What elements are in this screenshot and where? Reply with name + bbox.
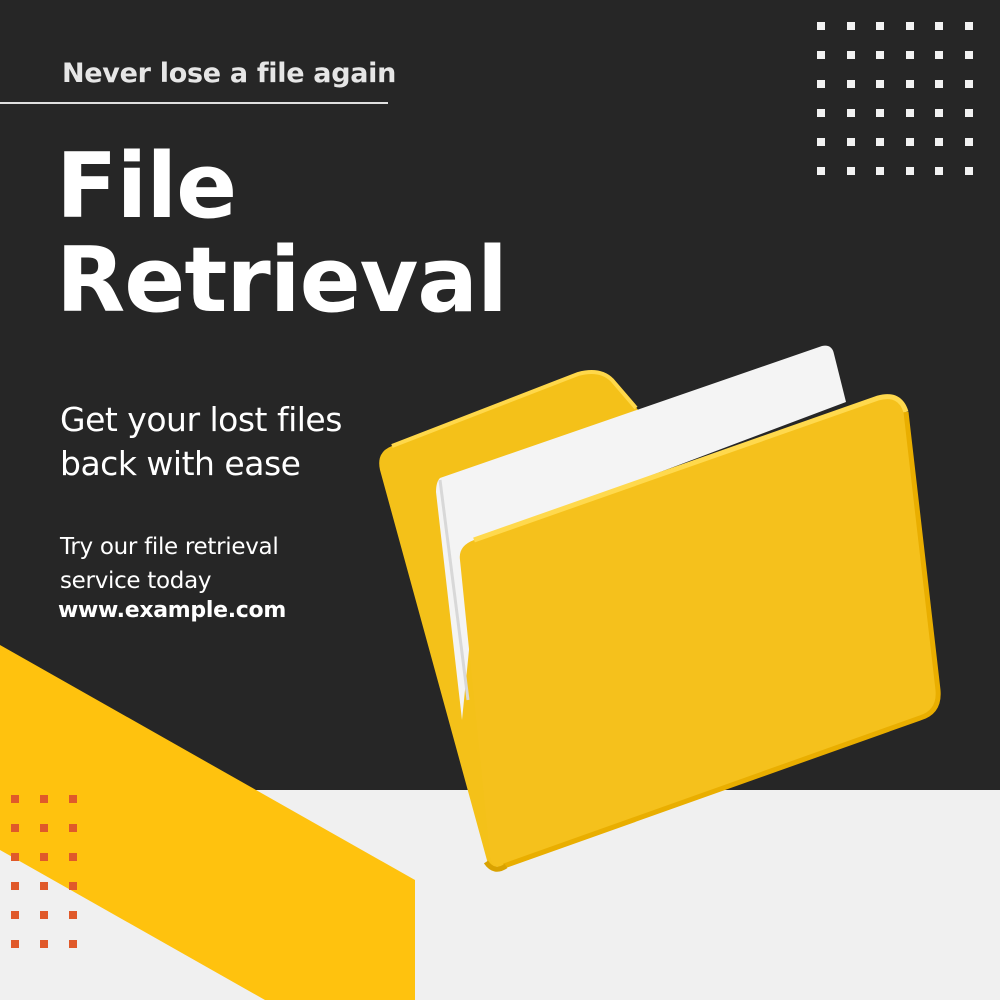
subhead-line-1: Get your lost files [60, 400, 342, 439]
square-dot [846, 167, 855, 175]
square-dot [876, 167, 884, 175]
square-dot [846, 51, 855, 59]
body-line-1: Try our file retrieval [60, 534, 279, 560]
square-dot [846, 80, 855, 88]
call-to-action-text: Try our file retrieval service today [60, 530, 279, 598]
square-dot [11, 824, 19, 832]
square-dot [69, 824, 77, 832]
body-line-2: service today [60, 568, 212, 594]
square-dot [40, 940, 48, 948]
square-dot [11, 853, 19, 861]
square-dot [935, 167, 943, 175]
square-dot [964, 51, 973, 59]
orange-dot-grid-icon [11, 795, 77, 948]
square-dot [905, 109, 914, 117]
square-dot [964, 80, 973, 88]
square-dot [876, 109, 884, 117]
title-line-2: Retrieval [56, 228, 508, 333]
square-dot [40, 911, 48, 919]
square-dot [876, 51, 884, 59]
square-dot [935, 22, 943, 30]
square-dot [817, 51, 825, 59]
website-link[interactable]: www.example.com [58, 598, 286, 623]
square-dot [817, 22, 825, 30]
square-dot [817, 80, 825, 88]
square-dot [69, 795, 77, 803]
square-dot [11, 795, 19, 803]
square-dot [69, 940, 77, 948]
square-dot [964, 167, 973, 175]
square-dot [846, 22, 855, 30]
page-title: File Retrieval [56, 134, 508, 333]
square-dot [817, 109, 825, 117]
square-dot [905, 167, 914, 175]
square-dot [69, 911, 77, 919]
subhead-line-2: back with ease [60, 444, 301, 483]
square-dot [876, 138, 884, 146]
promo-banner: Never lose a file again File Retrieval G… [0, 0, 1000, 1000]
square-dot [40, 795, 48, 803]
square-dot [876, 22, 884, 30]
square-dot [11, 940, 19, 948]
white-dot-grid-icon [817, 22, 973, 175]
subheading: Get your lost files back with ease [60, 398, 342, 486]
square-dot [40, 824, 48, 832]
square-dot [11, 882, 19, 890]
square-dot [905, 22, 914, 30]
square-dot [964, 109, 973, 117]
square-dot [817, 138, 825, 146]
square-dot [69, 882, 77, 890]
tagline-underline [0, 102, 388, 104]
square-dot [935, 51, 943, 59]
title-line-1: File [56, 134, 237, 239]
square-dot [905, 51, 914, 59]
square-dot [876, 80, 884, 88]
square-dot [40, 882, 48, 890]
square-dot [964, 138, 973, 146]
square-dot [11, 911, 19, 919]
tagline: Never lose a file again [62, 58, 397, 89]
square-dot [846, 109, 855, 117]
square-dot [40, 853, 48, 861]
square-dot [935, 109, 943, 117]
open-folder-with-paper-icon [379, 345, 941, 872]
square-dot [846, 138, 855, 146]
square-dot [817, 167, 825, 175]
square-dot [69, 853, 77, 861]
square-dot [905, 138, 914, 146]
square-dot [905, 80, 914, 88]
square-dot [935, 138, 943, 146]
square-dot [935, 80, 943, 88]
square-dot [964, 22, 973, 30]
